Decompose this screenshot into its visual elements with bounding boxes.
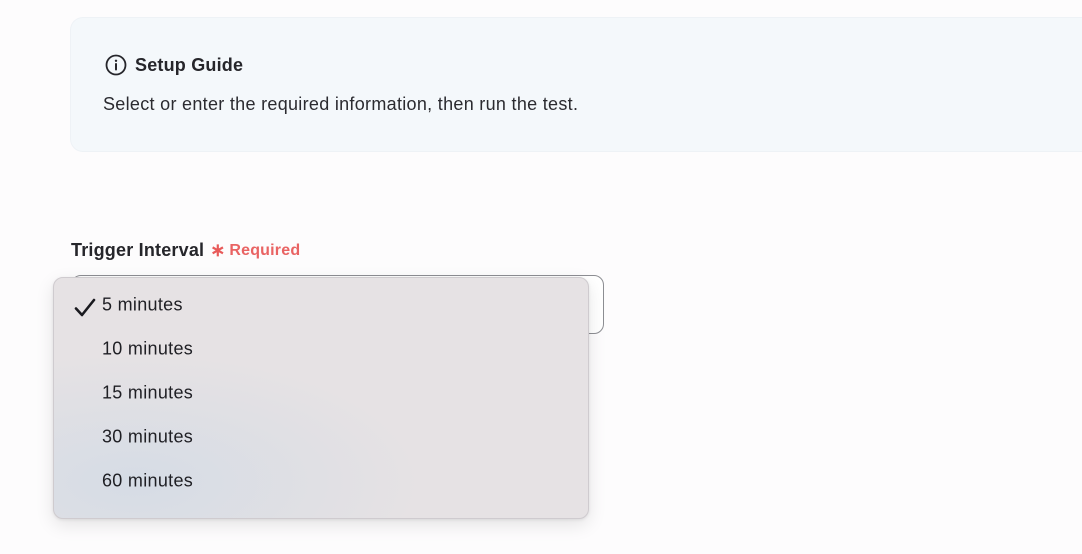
option-label: 60 minutes [102,470,194,491]
trigger-interval-dropdown: 5 minutes 10 minutes 15 minutes 30 minut… [53,277,589,519]
option-label: 15 minutes [102,382,194,403]
option-30-minutes[interactable]: 30 minutes [54,415,588,459]
option-5-minutes[interactable]: 5 minutes [54,283,588,327]
option-label: 5 minutes [102,294,183,315]
setup-guide-header: Setup Guide [105,54,243,76]
page: Setup Guide Select or enter the required… [0,0,1082,554]
required-asterisk: ∗ [210,240,226,260]
info-icon [105,54,127,76]
trigger-interval-label: Trigger Interval ∗ Required [71,240,300,261]
checkmark-icon [73,296,97,320]
option-label: 10 minutes [102,338,194,359]
field-label-text: Trigger Interval [71,240,205,260]
setup-guide-panel: Setup Guide Select or enter the required… [71,18,1082,151]
option-15-minutes[interactable]: 15 minutes [54,371,588,415]
setup-guide-description: Select or enter the required information… [103,94,579,114]
option-60-minutes[interactable]: 60 minutes [54,459,588,503]
option-10-minutes[interactable]: 10 minutes [54,327,588,371]
option-label: 30 minutes [102,426,194,447]
required-text: Required [229,241,301,259]
setup-guide-title: Setup Guide [135,54,244,75]
